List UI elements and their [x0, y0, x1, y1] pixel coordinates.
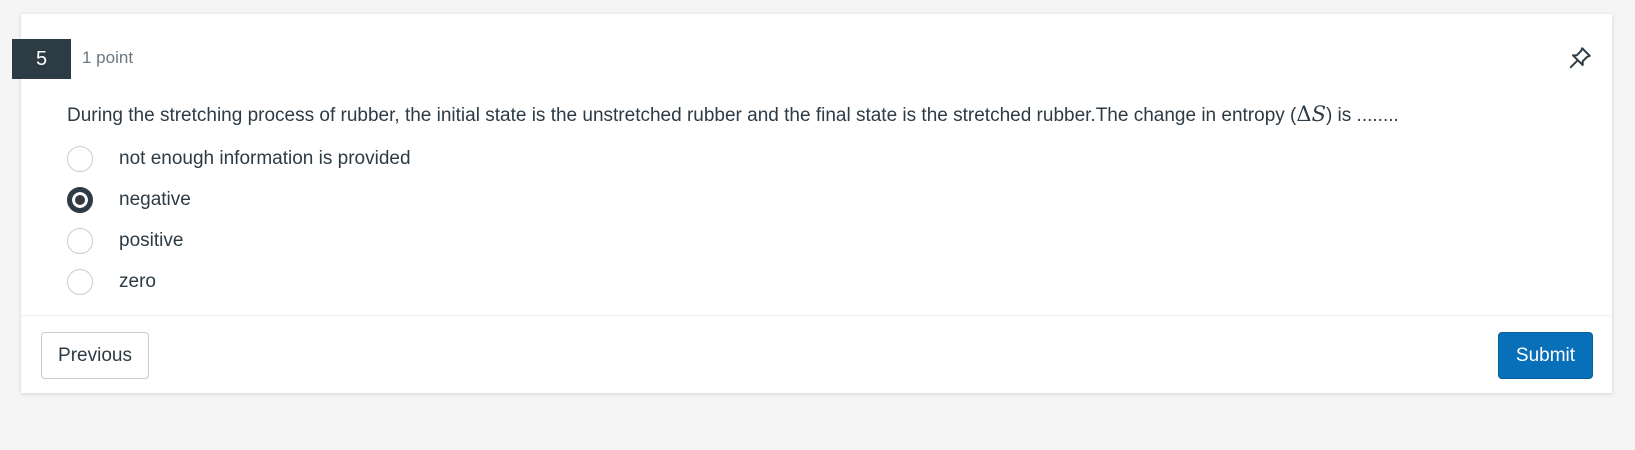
answer-list: not enough information is provided negat…	[67, 138, 411, 302]
answer-option[interactable]: not enough information is provided	[67, 138, 411, 179]
answer-option[interactable]: zero	[67, 261, 411, 302]
question-text: During the stretching process of rubber,…	[67, 102, 1399, 127]
footer-divider	[21, 315, 1612, 316]
pin-icon[interactable]	[1567, 45, 1593, 71]
answer-radio-selected[interactable]	[67, 186, 93, 213]
entropy-variable: S	[1311, 102, 1326, 126]
previous-button[interactable]: Previous	[41, 332, 149, 379]
answer-option[interactable]: positive	[67, 220, 411, 261]
answer-label: positive	[119, 229, 184, 251]
question-text-after: ) is ........	[1325, 105, 1399, 126]
answer-label: not enough information is provided	[119, 147, 411, 169]
answer-radio[interactable]	[67, 145, 93, 172]
delta-symbol: Δ	[1296, 102, 1312, 126]
answer-option[interactable]: negative	[67, 179, 411, 220]
answer-label: zero	[119, 270, 156, 292]
entropy-symbol: ΔS	[1296, 102, 1326, 126]
question-card: 5 1 point During the stretching process …	[12, 14, 1612, 393]
question-number: 5	[12, 39, 71, 79]
answer-radio[interactable]	[67, 227, 93, 254]
question-text-before: During the stretching process of rubber,…	[67, 105, 1297, 126]
answer-radio[interactable]	[67, 268, 93, 295]
answer-label: negative	[119, 188, 191, 210]
question-points: 1 point	[82, 48, 134, 67]
submit-button[interactable]: Submit	[1498, 332, 1593, 379]
